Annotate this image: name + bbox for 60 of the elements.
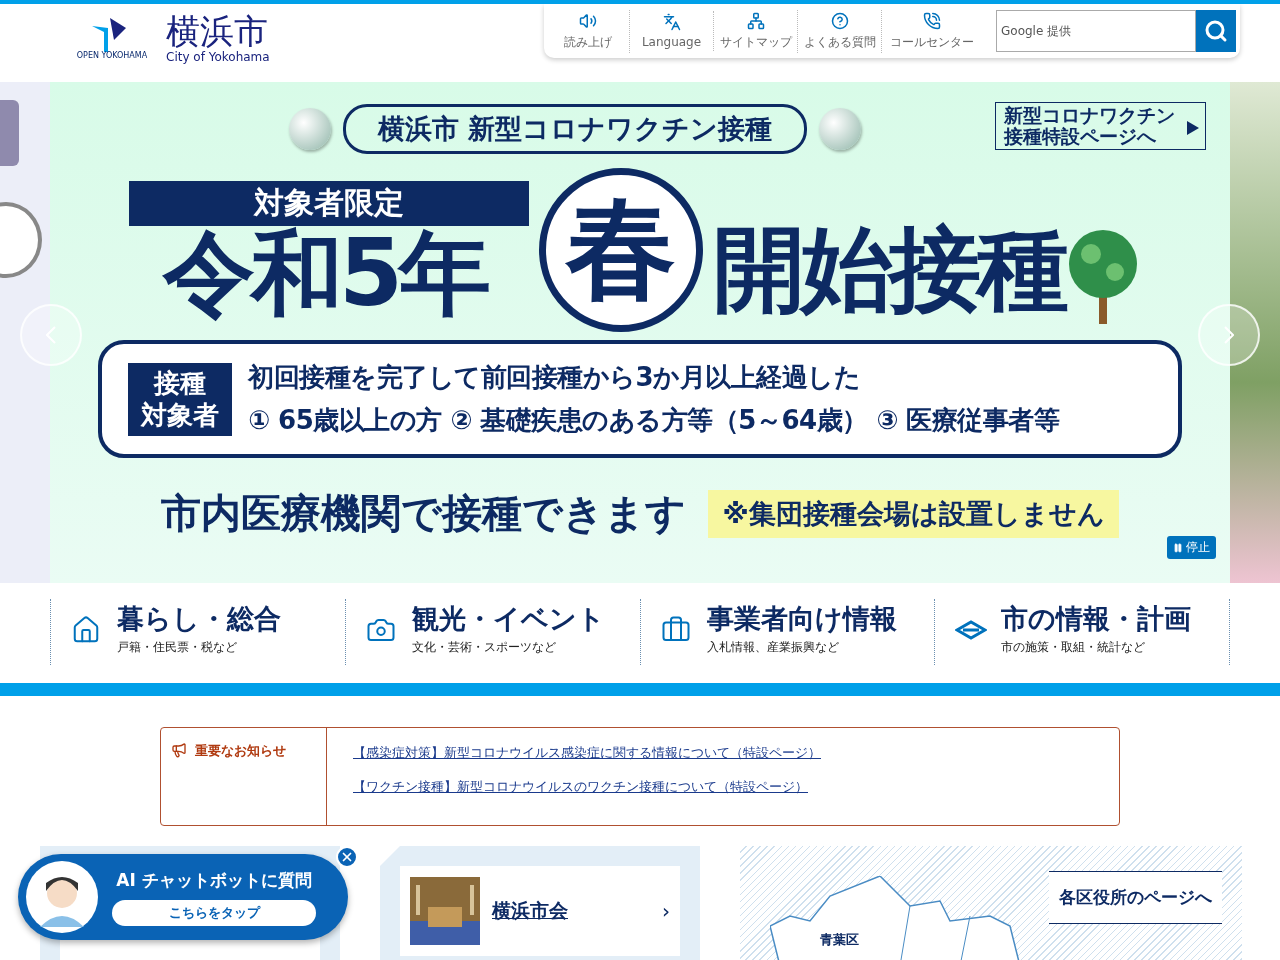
ribbon-label: 対象者限定 [129,180,529,226]
category-title: 事業者向け情報 [706,602,898,636]
megaphone-icon [171,742,187,758]
search-field[interactable]: Google 提供 [996,10,1196,52]
category-title: 観光・イベント [411,602,606,636]
category-description: 入札情報、産業振興など [706,639,840,656]
logo-text: OPEN YOKOHAMA [76,52,148,62]
ward-label: 青葉区 [820,931,859,949]
category-description: 市の施策・取組・統計など [1001,639,1147,656]
tool-link[interactable]: 読み上げ [546,9,630,53]
category-description: 戸籍・住民票・税など [117,639,238,656]
headline: 令和5年 [163,227,487,320]
tool-link[interactable]: Language [630,11,714,51]
language-icon [662,13,681,31]
target-text: ① 65歳以上の方 ② 基礎疾患のある方等（5～64歳） ③ 医療従事者等 [248,404,1060,437]
notice-label: 重要なお知らせ [195,742,286,760]
pause-button[interactable]: 停止 [1167,536,1216,559]
category-link[interactable]: 暮らし・総合 戸籍・住民票・税など [50,599,345,665]
chevron: › [662,899,670,923]
triangle-icon [1187,121,1199,135]
category-description: 文化・芸術・スポーツなど [411,639,557,656]
notice-link[interactable]: 【ワクチン接種】新型コロナウイルスのワクチン接種について（特設ページ） [353,778,821,796]
avatar-icon [26,861,98,933]
chatbot-button[interactable]: AI チャットボットに質問 こちらをタップ [18,854,348,940]
notice-link[interactable]: 【感染症対策】新型コロナウイルス感染症に関する情報について（特設ページ） [353,744,821,762]
tool-link[interactable]: よくある質問 [798,9,882,53]
question-icon [830,11,849,30]
chevron-right-icon [1224,326,1234,344]
banner-note: ※集団接種会場は設置しません [708,489,1119,538]
category-link[interactable]: 市の情報・計画 市の施策・取組・統計など [934,599,1230,665]
ward-offices-link[interactable]: 各区役所のページへ [1049,871,1222,924]
search-button[interactable] [1196,10,1236,52]
tool-link[interactable]: コールセンター [882,9,982,53]
speaker-icon [578,11,597,30]
emblem-icon [955,620,988,640]
phone-icon [923,11,941,30]
chatbot-title: AI チャットボットに質問 [116,868,312,892]
site-name: 横浜市 [166,14,269,50]
site-name-english: City of Yokohama [166,49,270,64]
house-icon [71,615,101,645]
category-link[interactable]: 事業者向け情報 入札情報、産業振興など [639,599,935,665]
spring-mark: 春 [539,168,703,332]
close-button[interactable] [336,846,358,868]
headline: 開始接種 [713,224,1065,316]
council-link[interactable]: 横浜市会 › [400,866,680,956]
category-title: 市の情報・計画 [1001,602,1193,636]
council-label: 横浜市会 [492,898,568,923]
search-icon [1204,19,1228,43]
sitemap-icon [746,11,765,30]
chatbot-tap-label: こちらをタップ [112,899,316,926]
pause-icon [1173,542,1183,553]
special-page-link[interactable]: 新型コロナワクチン 接種特設ページへ [995,102,1206,150]
banner-title: 横浜市 新型コロナワクチン接種 [342,104,808,154]
category-link[interactable]: 観光・イベント 文化・芸術・スポーツなど [344,599,640,665]
banner-footer: 市内医療機関で接種できます [161,486,687,541]
target-label: 接種 対象者 [128,362,232,436]
close-icon [340,850,354,864]
category-title: 暮らし・総合 [117,602,282,636]
tool-link[interactable]: サイトマップ [714,9,798,53]
target-text: 初回接種を完了して前回接種から3か月以上経過した [248,361,862,394]
